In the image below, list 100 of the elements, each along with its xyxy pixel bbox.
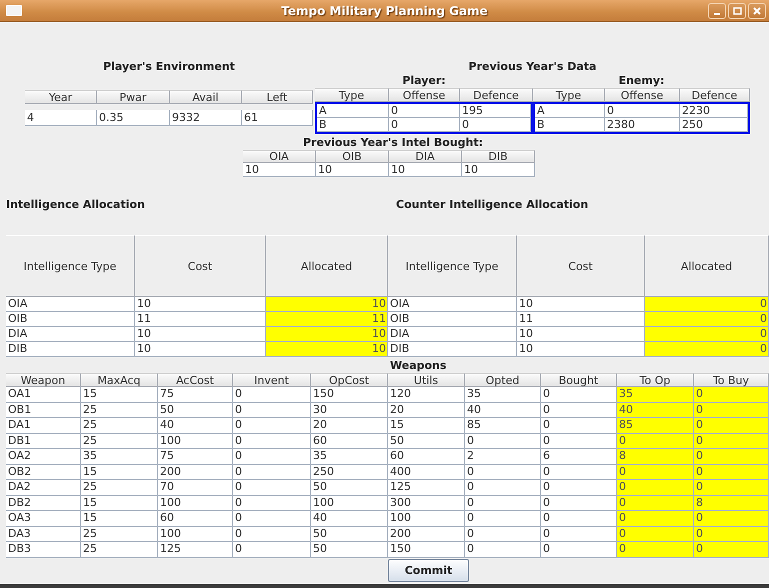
- table-cell: OA2: [6, 449, 81, 464]
- table-cell: 200: [158, 464, 233, 480]
- player-label: Player:: [402, 74, 446, 88]
- column-header: Year: [25, 90, 97, 104]
- table-cell[interactable]: 85: [617, 418, 694, 434]
- table-cell[interactable]: 0: [645, 312, 769, 327]
- table-cell: 25: [81, 480, 158, 496]
- table-cell: 0: [233, 480, 311, 496]
- section-title: Intelligence Allocation: [6, 198, 146, 212]
- column-header: Type: [533, 88, 605, 102]
- table-cell: 0: [233, 496, 311, 511]
- table-cell[interactable]: 8: [694, 496, 769, 511]
- table-cell[interactable]: 0: [617, 511, 694, 526]
- maximize-button[interactable]: [728, 2, 746, 18]
- table-cell: 6: [541, 449, 617, 464]
- table-cell: 0: [465, 480, 541, 496]
- table-cell: 25: [81, 418, 158, 434]
- table-cell: 75: [158, 449, 233, 464]
- table-cell[interactable]: 35: [617, 387, 694, 402]
- table-cell[interactable]: 0: [694, 511, 769, 526]
- table-cell[interactable]: 0: [617, 480, 694, 496]
- table-cell: 0: [605, 104, 680, 118]
- table-cell[interactable]: 10: [266, 297, 388, 312]
- column-header: Defence: [680, 88, 750, 102]
- table-cell: 125: [158, 542, 233, 558]
- table-cell: 100: [158, 496, 233, 511]
- table-cell[interactable]: 0: [645, 342, 769, 357]
- minimize-icon: [714, 12, 720, 14]
- column-header: Weapon: [6, 373, 81, 387]
- table-cell: 0.35: [97, 110, 170, 126]
- table-cell[interactable]: 0: [617, 464, 694, 480]
- table-cell[interactable]: 0: [694, 480, 769, 496]
- table-cell: 0: [541, 526, 617, 542]
- table-cell[interactable]: 0: [694, 434, 769, 449]
- table-cell: OIA: [388, 297, 517, 312]
- table-cell: 35: [311, 449, 388, 464]
- close-button[interactable]: [748, 2, 766, 18]
- table-cell[interactable]: 0: [694, 387, 769, 402]
- table-cell: 60: [158, 511, 233, 526]
- minimize-button[interactable]: [708, 2, 726, 18]
- table-cell: 15: [81, 496, 158, 511]
- window-icon: [6, 5, 22, 16]
- section-title: Previous Year's Intel Bought:: [303, 136, 484, 150]
- table-cell[interactable]: 40: [617, 402, 694, 418]
- table-cell: 11: [135, 312, 266, 327]
- table-cell: 0: [389, 104, 460, 118]
- column-header: Allocated: [645, 235, 769, 297]
- table-cell: 35: [81, 449, 158, 464]
- table-cell[interactable]: 0: [694, 402, 769, 418]
- table-cell: 0: [541, 542, 617, 558]
- table-cell: 10: [517, 342, 645, 357]
- table-cell[interactable]: 0: [645, 327, 769, 342]
- column-header: Avail: [170, 90, 242, 104]
- table-cell: DIA: [388, 327, 517, 342]
- column-header: Intelligence Type: [6, 235, 135, 297]
- table-cell[interactable]: 8: [617, 449, 694, 464]
- table-cell: 0: [465, 464, 541, 480]
- table-cell: 0: [465, 496, 541, 511]
- table-cell: DIB: [388, 342, 517, 357]
- table-cell: A: [317, 104, 389, 118]
- column-header: Intelligence Type: [388, 235, 517, 297]
- table-cell[interactable]: 11: [266, 312, 388, 327]
- table-cell: DIA: [6, 327, 135, 342]
- table-cell: 0: [233, 434, 311, 449]
- table-cell: 2: [465, 449, 541, 464]
- table-cell[interactable]: 0: [645, 297, 769, 312]
- table-cell[interactable]: 10: [266, 327, 388, 342]
- table-cell[interactable]: 0: [694, 449, 769, 464]
- table-cell[interactable]: 10: [266, 342, 388, 357]
- table-cell: 10: [389, 163, 462, 177]
- table-cell: DB2: [6, 496, 81, 511]
- commit-button[interactable]: Commit: [388, 558, 469, 582]
- table-cell[interactable]: 0: [617, 542, 694, 558]
- section-title: Player's Environment: [103, 60, 235, 74]
- column-header: Allocated: [266, 235, 388, 297]
- table-cell: 25: [81, 526, 158, 542]
- column-header: Offense: [389, 88, 460, 102]
- table-cell: 100: [158, 526, 233, 542]
- table-cell: 10: [243, 163, 316, 177]
- table-cell[interactable]: 0: [694, 418, 769, 434]
- table-cell: 0: [541, 496, 617, 511]
- table-cell: 0: [233, 542, 311, 558]
- column-header: To Op: [617, 373, 694, 387]
- table-cell[interactable]: 0: [694, 542, 769, 558]
- table-cell: 15: [81, 511, 158, 526]
- table-cell: 2230: [680, 104, 748, 118]
- table-cell: 0: [233, 387, 311, 402]
- table-cell[interactable]: 0: [617, 496, 694, 511]
- table-cell[interactable]: 0: [617, 434, 694, 449]
- table-cell[interactable]: 0: [694, 464, 769, 480]
- table-cell: OB1: [6, 402, 81, 418]
- table-cell: 25: [81, 542, 158, 558]
- table-cell: 120: [388, 387, 465, 402]
- table-cell: 85: [465, 418, 541, 434]
- table-cell: DB1: [6, 434, 81, 449]
- table-cell[interactable]: 0: [617, 526, 694, 542]
- table-cell: 0: [465, 434, 541, 449]
- table-cell: OA1: [6, 387, 81, 402]
- column-header: Offense: [605, 88, 680, 102]
- table-cell[interactable]: 0: [694, 526, 769, 542]
